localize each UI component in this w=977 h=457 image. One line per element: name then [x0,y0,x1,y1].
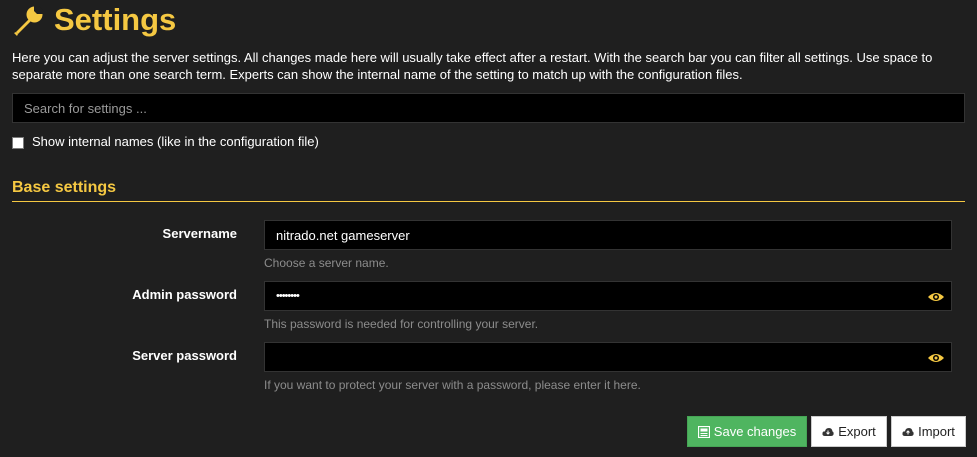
save-icon [697,425,710,438]
export-button-label: Export [838,424,876,439]
search-input[interactable]: Search for settings ... [12,93,965,123]
intro-text: Here you can adjust the server settings.… [12,50,933,82]
section-divider [12,201,965,202]
server-password-help: If you want to protect your server with … [264,378,641,392]
page-title: Settings [54,2,177,37]
server-password-field[interactable] [264,342,952,372]
save-button[interactable]: Save changes [687,416,807,447]
servername-label: Servername [162,226,237,241]
save-button-label: Save changes [713,424,797,439]
admin-password-label: Admin password [132,287,237,302]
search-placeholder: Search for settings ... [24,100,147,116]
cloud-download-icon [822,427,834,436]
page-header: Settings [12,2,176,38]
import-button-label: Import [918,424,955,439]
servername-field[interactable]: nitrado.net gameserver [264,220,952,250]
servername-value: nitrado.net gameserver [276,227,410,243]
show-internal-names-checkbox[interactable] [12,136,24,149]
wrench-icon [14,6,43,36]
settings-page: Settings Here you can adjust the server … [0,0,977,457]
import-button[interactable]: Import [891,416,966,447]
eye-icon[interactable] [927,291,945,303]
admin-password-help: This password is needed for controlling … [264,317,539,331]
admin-password-value: •••••••• [276,290,300,302]
show-internal-names-toggle[interactable]: Show internal names (like in the configu… [12,132,319,150]
servername-help: Choose a server name. [264,256,389,270]
export-button[interactable]: Export [811,416,887,447]
show-internal-names-label: Show internal names (like in the configu… [32,133,319,149]
section-title: Base settings [12,179,117,196]
server-password-label: Server password [132,348,237,363]
cloud-upload-icon [902,427,914,436]
admin-password-field[interactable]: •••••••• [264,281,952,311]
eye-icon[interactable] [927,352,945,364]
